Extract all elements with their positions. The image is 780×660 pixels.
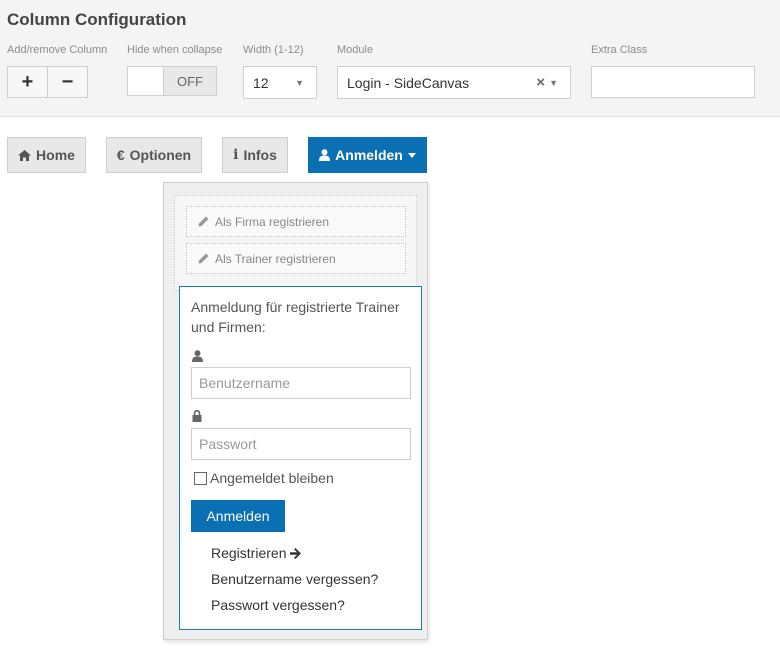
- width-select[interactable]: 12 ▼: [243, 66, 317, 99]
- remember-me-row: Angemeldet bleiben: [194, 470, 334, 486]
- module-label: Module: [337, 44, 374, 56]
- add-remove-column-group: + −: [7, 66, 88, 98]
- hide-when-collapse-toggle[interactable]: OFF: [127, 66, 217, 96]
- remember-me-checkbox[interactable]: [194, 471, 207, 485]
- arrow-right-icon: [290, 547, 302, 559]
- extra-class-label: Extra Class: [591, 44, 648, 56]
- chevron-down-icon: ▼: [295, 78, 304, 88]
- register-links-zone: Als Firma registrieren Als Trainer regis…: [174, 195, 417, 291]
- login-intro-text: Anmeldung für registrierte Trainer und F…: [191, 299, 400, 335]
- extra-class-input[interactable]: [591, 66, 755, 98]
- register-company-label: Als Firma registrieren: [215, 214, 330, 229]
- config-title: Column Configuration: [7, 10, 187, 29]
- clear-icon[interactable]: ×: [536, 74, 545, 91]
- chevron-down-icon: ▼: [549, 78, 558, 88]
- register-link[interactable]: Registrieren: [211, 545, 302, 561]
- caret-down-icon: [407, 152, 416, 158]
- add-remove-label: Add/remove Column: [7, 44, 108, 56]
- user-icon: [192, 350, 203, 362]
- user-icon: [319, 149, 331, 161]
- register-trainer-link[interactable]: Als Trainer registrieren: [186, 243, 406, 274]
- info-icon: i: [233, 147, 239, 163]
- login-submit-button[interactable]: Anmelden: [191, 500, 285, 532]
- home-button[interactable]: Home: [7, 137, 86, 173]
- width-label: Width (1-12): [243, 44, 304, 56]
- infos-button-label: Infos: [243, 147, 277, 163]
- pencil-icon: [198, 253, 209, 264]
- password-input[interactable]: [191, 428, 411, 460]
- euro-icon: €: [116, 147, 125, 163]
- home-button-label: Home: [36, 147, 75, 163]
- infos-button[interactable]: i Infos: [222, 137, 288, 173]
- options-button-label: Optionen: [129, 147, 192, 163]
- add-column-button[interactable]: +: [8, 67, 47, 97]
- login-dropdown-panel: Als Firma registrieren Als Trainer regis…: [163, 182, 428, 640]
- lock-icon: [192, 410, 202, 422]
- login-dropdown-button[interactable]: Anmelden: [308, 137, 427, 173]
- toggle-knob: [128, 67, 164, 95]
- register-trainer-label: Als Trainer registrieren: [215, 251, 336, 266]
- home-icon: [18, 149, 32, 161]
- width-select-value: 12: [253, 74, 269, 91]
- register-company-link[interactable]: Als Firma registrieren: [186, 206, 406, 237]
- hide-collapse-label: Hide when collapse: [127, 44, 223, 56]
- module-select[interactable]: Login - SideCanvas × ▼: [337, 66, 571, 99]
- login-button-label: Anmelden: [335, 147, 403, 163]
- forgot-username-link[interactable]: Benutzername vergessen?: [211, 571, 378, 587]
- module-select-value: Login - SideCanvas: [347, 74, 470, 91]
- forgot-password-link[interactable]: Passwort vergessen?: [211, 597, 345, 613]
- toggle-state-label: OFF: [177, 73, 203, 89]
- pencil-icon: [198, 216, 209, 227]
- remove-column-button[interactable]: −: [47, 67, 87, 97]
- column-configuration-panel: Column Configuration Add/remove Column H…: [0, 0, 780, 117]
- login-form: Anmeldung für registrierte Trainer und F…: [179, 286, 422, 630]
- options-button[interactable]: € Optionen: [106, 137, 202, 173]
- username-input[interactable]: [191, 367, 411, 399]
- remember-me-label[interactable]: Angemeldet bleiben: [210, 470, 334, 486]
- register-link-label: Registrieren: [211, 545, 287, 561]
